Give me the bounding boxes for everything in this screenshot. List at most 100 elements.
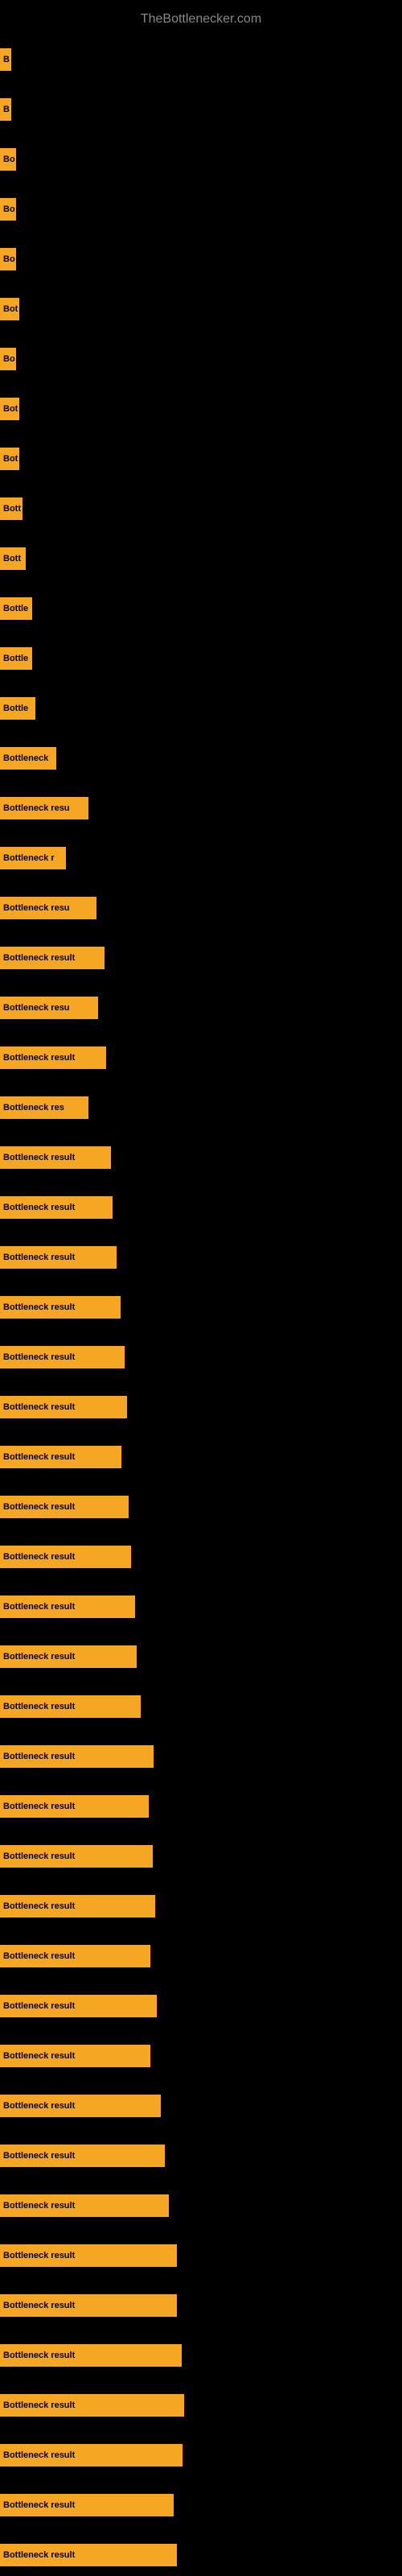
bar-item: Bottleneck result bbox=[0, 1795, 149, 1818]
bar-item: Bottleneck r bbox=[0, 847, 66, 869]
bar-label: Bottleneck result bbox=[3, 1702, 75, 1711]
bar-label: Bottleneck result bbox=[3, 2401, 75, 2410]
bar-label: Bottle bbox=[3, 604, 28, 613]
bar-label: Bo bbox=[3, 155, 15, 164]
bar-row: Bott bbox=[0, 547, 402, 570]
bar-item: Bottleneck result bbox=[0, 1046, 106, 1069]
bar-row: Bottleneck r bbox=[0, 847, 402, 869]
bar-item: Bo bbox=[0, 198, 16, 221]
bar-row: Bottleneck result bbox=[0, 2394, 402, 2417]
bar-label: Bott bbox=[3, 504, 21, 514]
bar-item: Bottleneck result bbox=[0, 1196, 113, 1219]
bar-label: Bottleneck result bbox=[3, 1951, 75, 1961]
bar-row: Bottleneck res bbox=[0, 1096, 402, 1119]
bar-row: Bottleneck result bbox=[0, 1446, 402, 1468]
bar-label: Bottleneck result bbox=[3, 2051, 75, 2061]
bar-item: Bo bbox=[0, 148, 16, 171]
bar-row: Bottleneck result bbox=[0, 1596, 402, 1618]
bar-row: Bottleneck resu bbox=[0, 897, 402, 919]
bar-label: Bottleneck result bbox=[3, 2101, 75, 2111]
bar-item: Bottleneck result bbox=[0, 947, 105, 969]
bar-item: Bottleneck bbox=[0, 747, 56, 770]
bar-label: B bbox=[3, 55, 10, 64]
bar-label: Bottleneck result bbox=[3, 1552, 75, 1562]
bar-row: Bottleneck result bbox=[0, 2494, 402, 2516]
bar-label: Bot bbox=[3, 304, 18, 314]
bar-item: Bottleneck result bbox=[0, 1496, 129, 1518]
bar-row: Bottleneck result bbox=[0, 2194, 402, 2217]
bar-label: Bottleneck result bbox=[3, 1652, 75, 1662]
bar-label: Bottleneck resu bbox=[3, 803, 70, 813]
bar-label: Bottleneck result bbox=[3, 1602, 75, 1612]
bar-item: Bottleneck result bbox=[0, 1346, 125, 1368]
bar-label: Bottle bbox=[3, 704, 28, 713]
bar-item: Bottleneck result bbox=[0, 1995, 157, 2017]
bar-row: Bottleneck result bbox=[0, 2145, 402, 2167]
bar-item: Bottleneck result bbox=[0, 2344, 182, 2367]
bar-item: Bottleneck result bbox=[0, 2145, 165, 2167]
bar-label: Bottleneck result bbox=[3, 2251, 75, 2260]
bar-row: Bottleneck result bbox=[0, 1895, 402, 1918]
bar-item: Bot bbox=[0, 298, 19, 320]
bar-label: Bottleneck result bbox=[3, 1901, 75, 1911]
bar-label: Bottleneck result bbox=[3, 1852, 75, 1861]
bar-row: Bottleneck result bbox=[0, 947, 402, 969]
bar-label: Bottleneck result bbox=[3, 1053, 75, 1063]
bar-row: Bottleneck result bbox=[0, 2344, 402, 2367]
bar-row: Bot bbox=[0, 448, 402, 470]
bar-row: Bottleneck result bbox=[0, 1695, 402, 1718]
bar-row: Bo bbox=[0, 148, 402, 171]
bar-row: Bottleneck result bbox=[0, 1546, 402, 1568]
bar-item: Bottleneck res bbox=[0, 1096, 88, 1119]
bar-row: Bottleneck result bbox=[0, 2544, 402, 2566]
bar-label: Bott bbox=[3, 554, 21, 564]
bar-item: Bottleneck result bbox=[0, 1296, 121, 1319]
bar-label: Bottleneck result bbox=[3, 953, 75, 963]
bar-row: Bottleneck bbox=[0, 747, 402, 770]
bar-item: Bottleneck result bbox=[0, 1895, 155, 1918]
site-title: TheBottlenecker.com bbox=[0, 4, 402, 31]
bar-label: Bottleneck result bbox=[3, 2201, 75, 2211]
bar-item: B bbox=[0, 48, 11, 71]
bar-row: Bottleneck result bbox=[0, 1995, 402, 2017]
bar-item: Bottleneck result bbox=[0, 1945, 150, 1967]
bar-item: Bottle bbox=[0, 647, 32, 670]
bar-item: Bottleneck result bbox=[0, 1596, 135, 1618]
bar-item: Bottleneck result bbox=[0, 1845, 153, 1868]
bar-item: Bottleneck result bbox=[0, 2444, 183, 2467]
bar-label: Bottleneck bbox=[3, 753, 48, 763]
bar-label: Bottleneck result bbox=[3, 2550, 75, 2560]
bar-item: Bottleneck result bbox=[0, 2045, 150, 2067]
bar-item: B bbox=[0, 98, 11, 121]
bar-item: Bot bbox=[0, 448, 19, 470]
bar-label: Bottleneck result bbox=[3, 1802, 75, 1811]
bar-row: Bottleneck result bbox=[0, 1296, 402, 1319]
bar-item: Bottleneck result bbox=[0, 2294, 177, 2317]
bar-row: Bottleneck result bbox=[0, 2045, 402, 2067]
bar-item: Bottle bbox=[0, 597, 32, 620]
bar-label: Bottleneck result bbox=[3, 1502, 75, 1512]
bar-row: Bottleneck resu bbox=[0, 797, 402, 819]
bar-item: Bottleneck result bbox=[0, 2544, 177, 2566]
bar-label: Bottleneck result bbox=[3, 1752, 75, 1761]
bar-label: Bottleneck result bbox=[3, 1203, 75, 1212]
bar-item: Bottleneck result bbox=[0, 1745, 154, 1768]
bar-row: Bottleneck result bbox=[0, 1496, 402, 1518]
bar-label: Bottleneck result bbox=[3, 1402, 75, 1412]
bar-row: Bottleneck result bbox=[0, 1146, 402, 1169]
bar-label: Bo bbox=[3, 204, 15, 214]
bar-row: B bbox=[0, 48, 402, 71]
bar-label: Bottleneck result bbox=[3, 2500, 75, 2510]
bar-item: Bottleneck resu bbox=[0, 897, 96, 919]
bar-item: Bottleneck result bbox=[0, 2194, 169, 2217]
bar-item: Bottleneck result bbox=[0, 1695, 141, 1718]
bar-row: Bottleneck result bbox=[0, 1795, 402, 1818]
bar-row: Bottleneck result bbox=[0, 1396, 402, 1418]
bar-row: Bottleneck result bbox=[0, 2244, 402, 2267]
bar-item: Bottleneck resu bbox=[0, 997, 98, 1019]
bar-label: Bottleneck result bbox=[3, 1352, 75, 1362]
bar-row: Bottleneck result bbox=[0, 2444, 402, 2467]
bar-label: Bo bbox=[3, 254, 15, 264]
bar-item: Bott bbox=[0, 547, 26, 570]
bar-label: Bottleneck r bbox=[3, 853, 55, 863]
